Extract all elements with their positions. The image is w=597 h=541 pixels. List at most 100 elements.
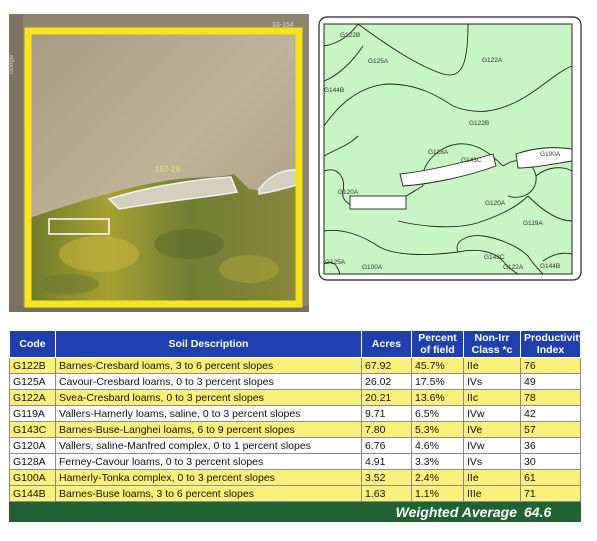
cell-index: 61 [520,469,581,486]
soil-label: G120A [485,200,506,207]
cell-description: Vallers-Hamerly loams, saline, 0 to 3 pe… [55,405,362,422]
cell-percent: 13.6% [411,389,464,406]
cell-code: G119A [9,405,56,422]
aerial-photo: 157-29 33-154 Google [9,14,309,312]
table-row: G120A Vallers, saline-Manfred complex, 0… [9,437,581,454]
cell-code: G143C [9,421,56,438]
cell-code: G128A [9,453,56,470]
soil-map-canvas: G122B G125A G122A G144B G122B G128A G143… [318,16,582,281]
soil-label: G100A [540,151,561,158]
header-description: Soil Description [55,330,362,358]
parcel-polygon [349,195,407,210]
cell-index: 30 [520,453,581,470]
cell-code: G125A [9,373,56,390]
plss-code-label: 33-154 [272,22,294,29]
table-row: G144B Barnes-Buse loams, 3 to 6 percent … [9,485,581,502]
cell-code: G122A [9,389,56,406]
cell-description: Barnes-Buse-Langhei loams, 6 to 9 percen… [55,421,362,438]
cell-description: Ferney-Cavour loams, 0 to 3 percent slop… [55,453,362,470]
cell-index: 42 [520,405,581,422]
cell-class: IIc [463,389,521,406]
cell-description: Svea-Cresbard loams, 0 to 3 percent slop… [55,389,362,406]
soil-label: G120A [338,189,359,196]
header-class-line2: Class *c [471,344,513,356]
cell-class: IVw [463,437,521,454]
cell-index: 71 [520,485,581,502]
cell-description: Barnes-Cresbard loams, 3 to 6 percent sl… [55,357,362,374]
soil-label: G122B [340,32,360,39]
soil-label: G144B [324,87,344,94]
cell-percent: 5.3% [411,421,464,438]
cell-description: Barnes-Buse loams, 3 to 6 percent slopes [55,485,362,502]
cell-percent: 45.7% [411,357,464,374]
weighted-average-label: Weighted Average [9,501,521,522]
cell-acres: 6.76 [361,437,412,454]
cell-description: Hamerly-Tonka complex, 0 to 3 percent sl… [55,469,362,486]
soil-label: G100A [362,264,383,271]
cell-acres: 9.71 [361,405,412,422]
soil-table: Code Soil Description Acres Percent of fi… [9,330,585,522]
soil-label: G125A [325,259,346,266]
cell-acres: 67.92 [361,357,412,374]
cell-code: G120A [9,437,56,454]
soil-label: G144B [540,263,560,270]
cell-class: IVe [463,421,521,438]
soil-label: G125A [368,58,389,65]
cell-percent: 1.1% [411,485,464,502]
cell-percent: 17.5% [411,373,464,390]
header-percent-line2: of field [420,344,455,356]
field-id-label: 157-29 [155,165,180,174]
cell-percent: 4.6% [411,437,464,454]
cell-index: 76 [520,357,581,374]
header-productivity: Productivity Index [520,330,585,358]
cell-acres: 1.63 [361,485,412,502]
cell-acres: 20.21 [361,389,412,406]
cell-class: IIe [463,357,521,374]
table-row: G125A Cavour-Cresbard loams, 0 to 3 perc… [9,373,581,390]
cell-code: G100A [9,469,56,486]
header-class: Non-Irr Class *c [463,330,521,358]
table-row: G122A Svea-Cresbard loams, 0 to 3 percen… [9,389,581,406]
table-header-row: Code Soil Description Acres Percent of fi… [9,330,585,358]
cell-index: 57 [520,421,581,438]
cell-percent: 6.5% [411,405,464,422]
soil-label: G128A [428,149,449,156]
weighted-average-value: 64.6 [520,501,581,522]
cell-code: G144B [9,485,56,502]
cell-description: Cavour-Cresbard loams, 0 to 3 percent sl… [55,373,362,390]
cell-class: IVw [463,405,521,422]
cell-code: G122B [9,357,56,374]
header-code: Code [9,330,56,358]
table-row: G100A Hamerly-Tonka complex, 0 to 3 perc… [9,469,581,486]
table-row: G119A Vallers-Hamerly loams, saline, 0 t… [9,405,581,422]
header-acres: Acres [361,330,412,358]
header-percent-line1: Percent [418,332,457,344]
soil-label: G143C [461,157,482,164]
table-row: G128A Ferney-Cavour loams, 0 to 3 percen… [9,453,581,470]
soil-map: G122B G125A G122A G144B G122B G128A G143… [318,16,582,281]
header-productivity-line2: Index [536,344,565,356]
cell-index: 78 [520,389,581,406]
weighted-average-row: Weighted Average 64.6 [9,501,581,522]
cell-class: IIIe [463,485,521,502]
cell-class: IVs [463,373,521,390]
cell-percent: 2.4% [411,469,464,486]
cell-acres: 3.52 [361,469,412,486]
cell-class: IIe [463,469,521,486]
cell-index: 36 [520,437,581,454]
cell-acres: 4.91 [361,453,412,470]
soil-label: G122A [482,57,503,64]
table-row: G143C Barnes-Buse-Langhei loams, 6 to 9 … [9,421,581,438]
header-class-line1: Non-Irr [474,332,510,344]
cell-acres: 7.80 [361,421,412,438]
cell-index: 49 [520,373,581,390]
cell-description: Vallers, saline-Manfred complex, 0 to 1 … [55,437,362,454]
watermark-text: Google [9,54,15,74]
cell-percent: 3.3% [411,453,464,470]
soil-label: G122B [469,120,489,127]
cell-class: IVs [463,453,521,470]
table-row: G122B Barnes-Cresbard loams, 3 to 6 perc… [9,357,581,374]
cell-acres: 26.02 [361,373,412,390]
soil-label: G143C [484,254,505,261]
soil-label: G122A [503,264,524,271]
